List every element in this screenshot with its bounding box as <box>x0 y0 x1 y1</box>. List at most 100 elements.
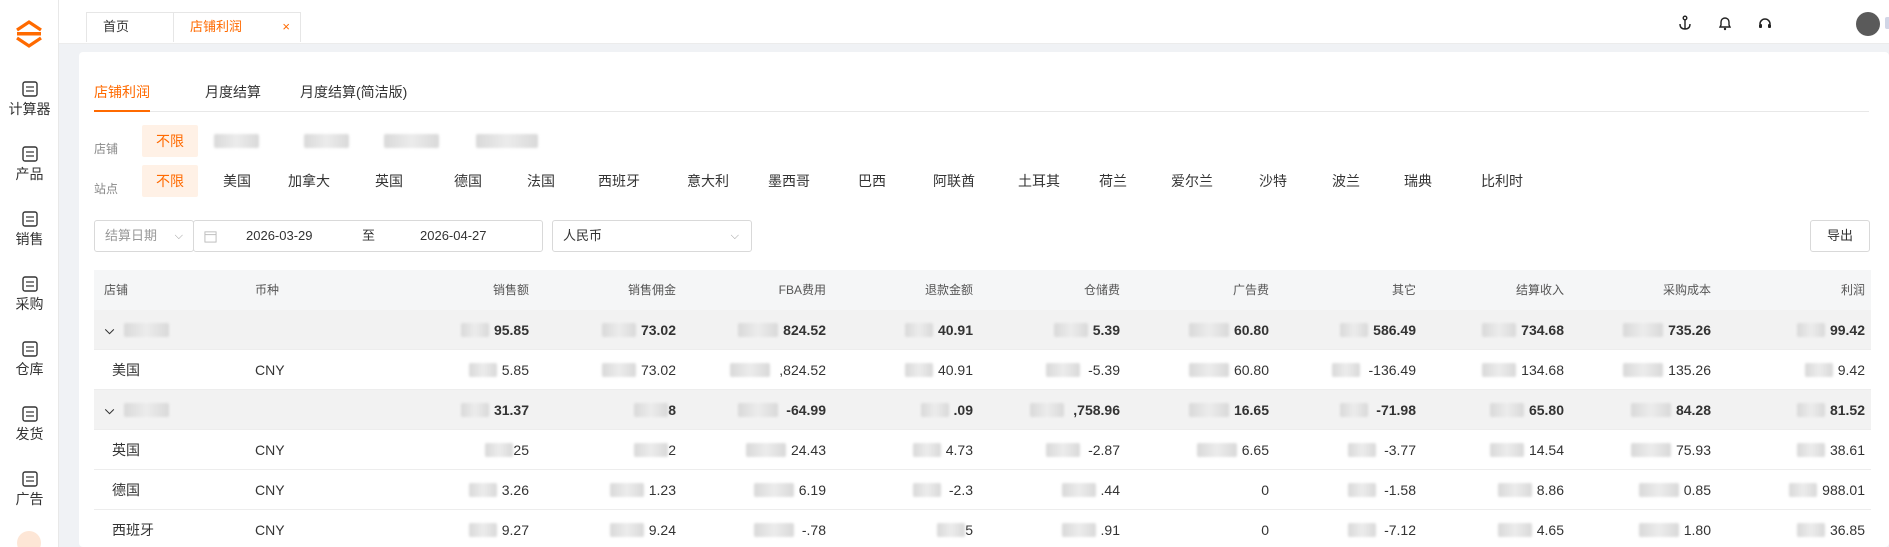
site-chip[interactable]: 波兰 <box>1318 165 1374 197</box>
table-cell: -1.58 <box>1384 482 1416 498</box>
site-chip[interactable]: 意大利 <box>673 165 743 197</box>
subtab-monthly-settlement[interactable]: 月度结算 <box>205 82 261 102</box>
bell-icon[interactable] <box>1717 15 1733 31</box>
column-header[interactable]: 店铺 <box>104 270 128 310</box>
table-cell: -3.77 <box>1384 442 1416 458</box>
column-header[interactable]: 币种 <box>255 270 279 310</box>
table-cell: 3.26 <box>501 482 529 498</box>
expand-chevron-icon[interactable]: ⌵ <box>105 390 114 430</box>
value-redaction <box>1189 363 1229 377</box>
ad-icon <box>21 471 38 487</box>
site-chip[interactable]: 瑞典 <box>1390 165 1446 197</box>
avatar[interactable] <box>1856 12 1880 36</box>
subtab-store-profit[interactable]: 店铺利润 <box>94 82 150 112</box>
close-icon[interactable]: × <box>282 13 290 41</box>
column-header[interactable]: 利润 <box>1725 270 1865 310</box>
end-date[interactable]: 2026-04-27 <box>420 221 487 251</box>
value-redaction <box>1797 523 1825 537</box>
site-all-chip[interactable]: 不限 <box>142 165 198 197</box>
box-icon <box>21 146 38 162</box>
tab-store-profit[interactable]: 店铺利润 × <box>173 12 301 42</box>
value-redaction <box>1805 363 1833 377</box>
site-chip[interactable]: 加拿大 <box>274 165 344 197</box>
site-chip[interactable]: 美国 <box>209 165 265 197</box>
currency-value: 人民币 <box>563 228 603 243</box>
table-row[interactable]: 英国 CNY 25 2 24.43 4.73 -2.87 6.65 -3.77 14.54 75.9… <box>94 430 1871 470</box>
shop-chip-redacted[interactable] <box>304 134 349 148</box>
anchor-icon[interactable] <box>1677 15 1693 31</box>
column-header[interactable]: 结算收入 <box>1424 270 1564 310</box>
table-group-row[interactable]: ⌵ 31.37 8 -64.99.09,758.96 16.65 -71.98 65.80 8… <box>94 390 1871 430</box>
value-redaction <box>738 323 778 337</box>
table-group-row[interactable]: ⌵ 95.85 73.02 824.52 40.91 5.39 60.80 586.49 734… <box>94 310 1871 350</box>
site-chip[interactable]: 阿联酋 <box>919 165 989 197</box>
site-chip[interactable]: 荷兰 <box>1085 165 1141 197</box>
value-redaction <box>610 483 644 497</box>
site-chip[interactable]: 爱尔兰 <box>1157 165 1227 197</box>
site-chip[interactable]: 西班牙 <box>584 165 654 197</box>
sidebar-item-4[interactable]: 仓库 <box>0 340 59 378</box>
column-header[interactable]: 其它 <box>1276 270 1416 310</box>
table-cell: 4.65 <box>1536 522 1564 538</box>
headset-icon[interactable] <box>1757 15 1773 31</box>
sidebar-item-0[interactable]: 计算器 <box>0 80 59 118</box>
currency-code: CNY <box>255 442 285 458</box>
sidebar-item-2[interactable]: 销售 <box>0 210 59 248</box>
value-redaction <box>754 523 794 537</box>
basket-icon <box>21 276 38 292</box>
table-row[interactable]: 美国 CNY 5.85 73.02,824.52 40.91 -5.39 60.80 -136… <box>94 350 1871 390</box>
subtab-monthly-settlement-simple[interactable]: 月度结算(简洁版) <box>300 82 407 102</box>
site-chip[interactable]: 土耳其 <box>1004 165 1074 197</box>
sidebar-item-5[interactable]: 发货 <box>0 405 59 443</box>
column-header[interactable]: 仓储费 <box>980 270 1120 310</box>
site-chip[interactable]: 沙特 <box>1245 165 1301 197</box>
value-redaction <box>937 523 965 537</box>
value-redaction <box>1639 523 1679 537</box>
expand-chevron-icon[interactable]: ⌵ <box>105 310 114 350</box>
column-header[interactable]: 采购成本 <box>1571 270 1711 310</box>
sidebar-item-6[interactable]: 广告 <box>0 470 59 508</box>
chevron-down-icon: ⌵ <box>730 230 739 242</box>
value-redaction <box>1631 443 1671 457</box>
start-date[interactable]: 2026-03-29 <box>246 221 313 251</box>
shop-chip-redacted[interactable] <box>384 134 439 148</box>
shipping-icon <box>21 406 38 422</box>
site-chip[interactable]: 巴西 <box>844 165 900 197</box>
table-cell: 0 <box>1261 522 1269 538</box>
site-name: 德国 <box>112 482 140 498</box>
site-chip[interactable]: 法国 <box>513 165 569 197</box>
column-header[interactable]: 销售额 <box>389 270 529 310</box>
site-name: 美国 <box>112 362 140 378</box>
column-header[interactable]: 退款金额 <box>833 270 973 310</box>
value-redaction <box>913 483 941 497</box>
value-redaction <box>1797 403 1825 417</box>
shop-chip-redacted[interactable] <box>214 134 259 148</box>
site-chip[interactable]: 德国 <box>440 165 496 197</box>
sidebar-item-3[interactable]: 采购 <box>0 275 59 313</box>
currency-icon[interactable] <box>17 531 41 547</box>
sidebar-item-label: 计算器 <box>8 101 51 117</box>
table-row[interactable]: 德国 CNY 3.26 1.23 6.19 -2.3.44 0 -1.58 8.86 0.85 98… <box>94 470 1871 510</box>
date-range-picker[interactable]: 2026-03-29 至 2026-04-27 <box>193 220 543 252</box>
value-redaction <box>1789 483 1817 497</box>
table-row[interactable]: 西班牙 CNY 9.27 9.24 -.78 5.91 0 -7.12 4.65 1.80 36.8… <box>94 510 1871 547</box>
shop-all-chip[interactable]: 不限 <box>142 125 198 157</box>
shop-chip-redacted[interactable] <box>476 134 538 148</box>
value-redaction <box>610 523 644 537</box>
date-type-value: 结算日期 <box>105 228 158 243</box>
site-chip[interactable]: 英国 <box>361 165 417 197</box>
currency-code: CNY <box>255 362 285 378</box>
table-cell: -7.12 <box>1384 522 1416 538</box>
currency-select[interactable]: 人民币 ⌵ <box>552 220 752 252</box>
export-button[interactable]: 导出 <box>1810 220 1870 252</box>
column-header[interactable]: FBA费用 <box>686 270 826 310</box>
site-chip[interactable]: 墨西哥 <box>754 165 824 197</box>
site-chip[interactable]: 比利时 <box>1467 165 1537 197</box>
tab-home[interactable]: 首页 <box>86 12 174 42</box>
profit-table: 店铺 币种 销售额 销售佣金 FBA费用 退款金额 仓储费 广告费 其它 结算收入 采购成本 利润 ⌵… <box>94 270 1871 547</box>
date-type-select[interactable]: 结算日期 ⌵ <box>94 220 194 252</box>
column-header[interactable]: 广告费 <box>1129 270 1269 310</box>
column-header[interactable]: 销售佣金 <box>536 270 676 310</box>
user-name-redacted[interactable] <box>1885 17 1889 29</box>
sidebar-item-1[interactable]: 产品 <box>0 145 59 183</box>
